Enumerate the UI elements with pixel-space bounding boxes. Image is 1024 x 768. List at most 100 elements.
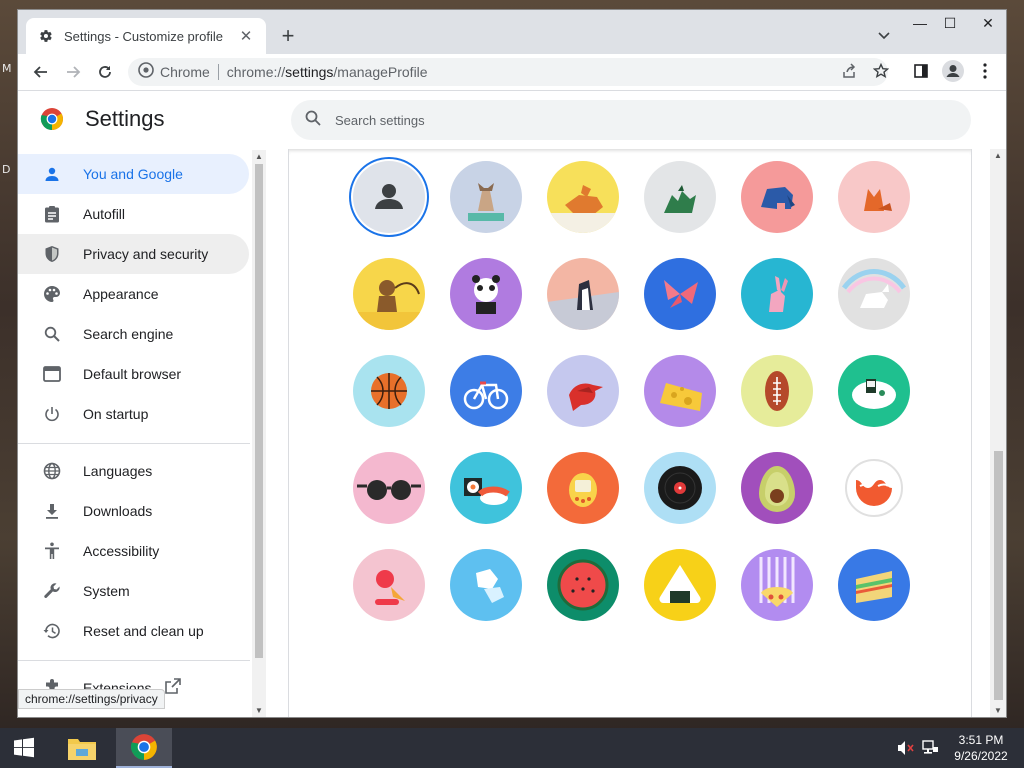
sidebar-item-accessibility[interactable]: Accessibility — [18, 531, 249, 571]
content-scrollbar[interactable]: ▲ ▼ — [990, 149, 1006, 717]
search-input[interactable] — [335, 112, 895, 128]
avatar-option-sandwich[interactable] — [838, 549, 910, 621]
history-icon — [42, 621, 62, 641]
avatar-option-basketball[interactable] — [353, 355, 425, 427]
new-tab-button[interactable]: + — [276, 23, 300, 48]
sidebar-item-downloads[interactable]: Downloads — [18, 491, 249, 531]
avatar-option-cloud-app[interactable] — [838, 452, 910, 524]
avatar-option-cheese[interactable] — [644, 355, 716, 427]
chrome-taskbar-icon[interactable] — [116, 728, 172, 768]
avatar-option-bicycle[interactable] — [450, 355, 522, 427]
browser-window: Settings - Customize profile ✕ + — ☐ ✕ C… — [17, 9, 1007, 718]
desktop-icon-fragment: D — [2, 163, 11, 176]
avocado-icon — [759, 466, 795, 512]
vinyl-icon — [658, 466, 702, 510]
avatar-option-penguin[interactable] — [547, 258, 619, 330]
scroll-down-arrow-icon[interactable]: ▼ — [254, 706, 264, 716]
sidebar-scroll-thumb[interactable] — [255, 164, 263, 658]
sidebar-item-appearance[interactable]: Appearance — [18, 274, 249, 314]
avatar-option-sushi-roll[interactable] — [450, 452, 522, 524]
cat-icon — [468, 183, 504, 221]
windows-start-icon[interactable] — [0, 728, 48, 768]
chevron-down-icon[interactable] — [874, 26, 894, 46]
address-bar[interactable]: Chrome chrome://settings/manageProfile — [128, 58, 888, 86]
sidebar-item-privacy-and-security[interactable]: Privacy and security — [18, 234, 249, 274]
tab-settings[interactable]: Settings - Customize profile ✕ — [26, 18, 266, 54]
side-panel-icon[interactable] — [908, 58, 934, 84]
back-arrow-icon[interactable] — [28, 59, 54, 85]
scroll-up-arrow-icon[interactable]: ▲ — [993, 151, 1003, 161]
browser-icon — [42, 364, 62, 384]
search-settings-box[interactable] — [291, 100, 971, 140]
scroll-up-arrow-icon[interactable]: ▲ — [254, 152, 264, 162]
window-close-button[interactable]: ✕ — [970, 10, 1006, 36]
avatar-option-panda[interactable] — [450, 258, 522, 330]
sidebar-item-autofill[interactable]: Autofill — [18, 194, 249, 234]
avatar-option-onigiri[interactable] — [644, 549, 716, 621]
avatar-option-avocado[interactable] — [741, 452, 813, 524]
avatar-option-fox[interactable] — [838, 161, 910, 233]
more-menu-icon[interactable] — [972, 58, 998, 84]
sidebar-item-reset-and-clean-up[interactable]: Reset and clean up — [18, 611, 249, 651]
avatar-option-corgi[interactable] — [547, 161, 619, 233]
avatar-option-generic-person[interactable] — [353, 161, 425, 233]
panda-icon — [472, 275, 500, 314]
share-icon[interactable] — [836, 58, 862, 84]
sidebar-item-label: Appearance — [83, 286, 159, 302]
network-icon[interactable] — [920, 738, 940, 758]
avatar-option-football[interactable] — [741, 355, 813, 427]
browser-toolbar: Chrome chrome://settings/manageProfile — [18, 54, 1006, 91]
profile-avatar-icon[interactable] — [940, 58, 966, 84]
header-shadow — [289, 149, 971, 155]
avatar-option-dragon[interactable] — [644, 161, 716, 233]
avatar-option-pizza[interactable] — [741, 549, 813, 621]
desktop-icon-fragment: M — [2, 62, 12, 75]
avatar-option-monkey[interactable] — [353, 258, 425, 330]
sidebar-item-you-and-google[interactable]: You and Google — [18, 154, 249, 194]
basketball-icon — [371, 373, 407, 409]
sidebar-scrollbar[interactable]: ▲ ▼ — [252, 150, 266, 717]
avatar-option-bird[interactable] — [547, 355, 619, 427]
close-icon[interactable]: ✕ — [236, 26, 256, 46]
maximize-button[interactable]: ☐ — [934, 10, 966, 36]
sidebar-item-system[interactable]: System — [18, 571, 249, 611]
content-scroll-thumb[interactable] — [994, 451, 1003, 700]
palette-icon — [42, 284, 62, 304]
sidebar-item-search-engine[interactable]: Search engine — [18, 314, 249, 354]
reload-icon[interactable] — [92, 59, 118, 85]
scroll-down-arrow-icon[interactable]: ▼ — [993, 706, 1003, 716]
avatar-option-cat[interactable] — [450, 161, 522, 233]
onigiri-icon — [659, 565, 701, 604]
avatar-option-tamagotchi[interactable] — [547, 452, 619, 524]
avatar-option-vinyl[interactable] — [644, 452, 716, 524]
shield-icon — [42, 244, 62, 264]
sidebar-divider — [18, 443, 250, 444]
sidebar-item-on-startup[interactable]: On startup — [18, 394, 249, 434]
avatar-option-elephant[interactable] — [741, 161, 813, 233]
settings-header: Settings — [18, 92, 1006, 148]
unicorn-icon — [841, 269, 907, 308]
avatar-option-ice[interactable] — [450, 549, 522, 621]
file-explorer-icon[interactable] — [58, 728, 106, 768]
volume-muted-icon[interactable] — [896, 738, 916, 758]
avatar-option-unicorn[interactable] — [838, 258, 910, 330]
system-clock[interactable]: 3:51 PM 9/26/2022 — [946, 732, 1016, 764]
sidebar-item-languages[interactable]: Languages — [18, 451, 249, 491]
bookmark-star-icon[interactable] — [868, 58, 894, 84]
sidebar-divider — [18, 660, 250, 661]
avatar-option-watermelon[interactable] — [547, 549, 619, 621]
cheese-icon — [660, 383, 702, 411]
avatar-option-sunglasses[interactable] — [353, 452, 425, 524]
avatar-option-ice-cream[interactable] — [353, 549, 425, 621]
avatar-option-rabbit[interactable] — [741, 258, 813, 330]
forward-arrow-icon[interactable] — [60, 59, 86, 85]
clipboard-icon — [42, 204, 62, 224]
minimize-button[interactable]: — — [904, 10, 936, 36]
ice-icon — [476, 569, 504, 603]
sidebar-item-default-browser[interactable]: Default browser — [18, 354, 249, 394]
avatar-option-butterfly[interactable] — [644, 258, 716, 330]
bird-icon — [569, 383, 603, 411]
sushi-roll-icon — [464, 478, 510, 505]
download-icon — [42, 501, 62, 521]
avatar-option-sushi-plate[interactable] — [838, 355, 910, 427]
